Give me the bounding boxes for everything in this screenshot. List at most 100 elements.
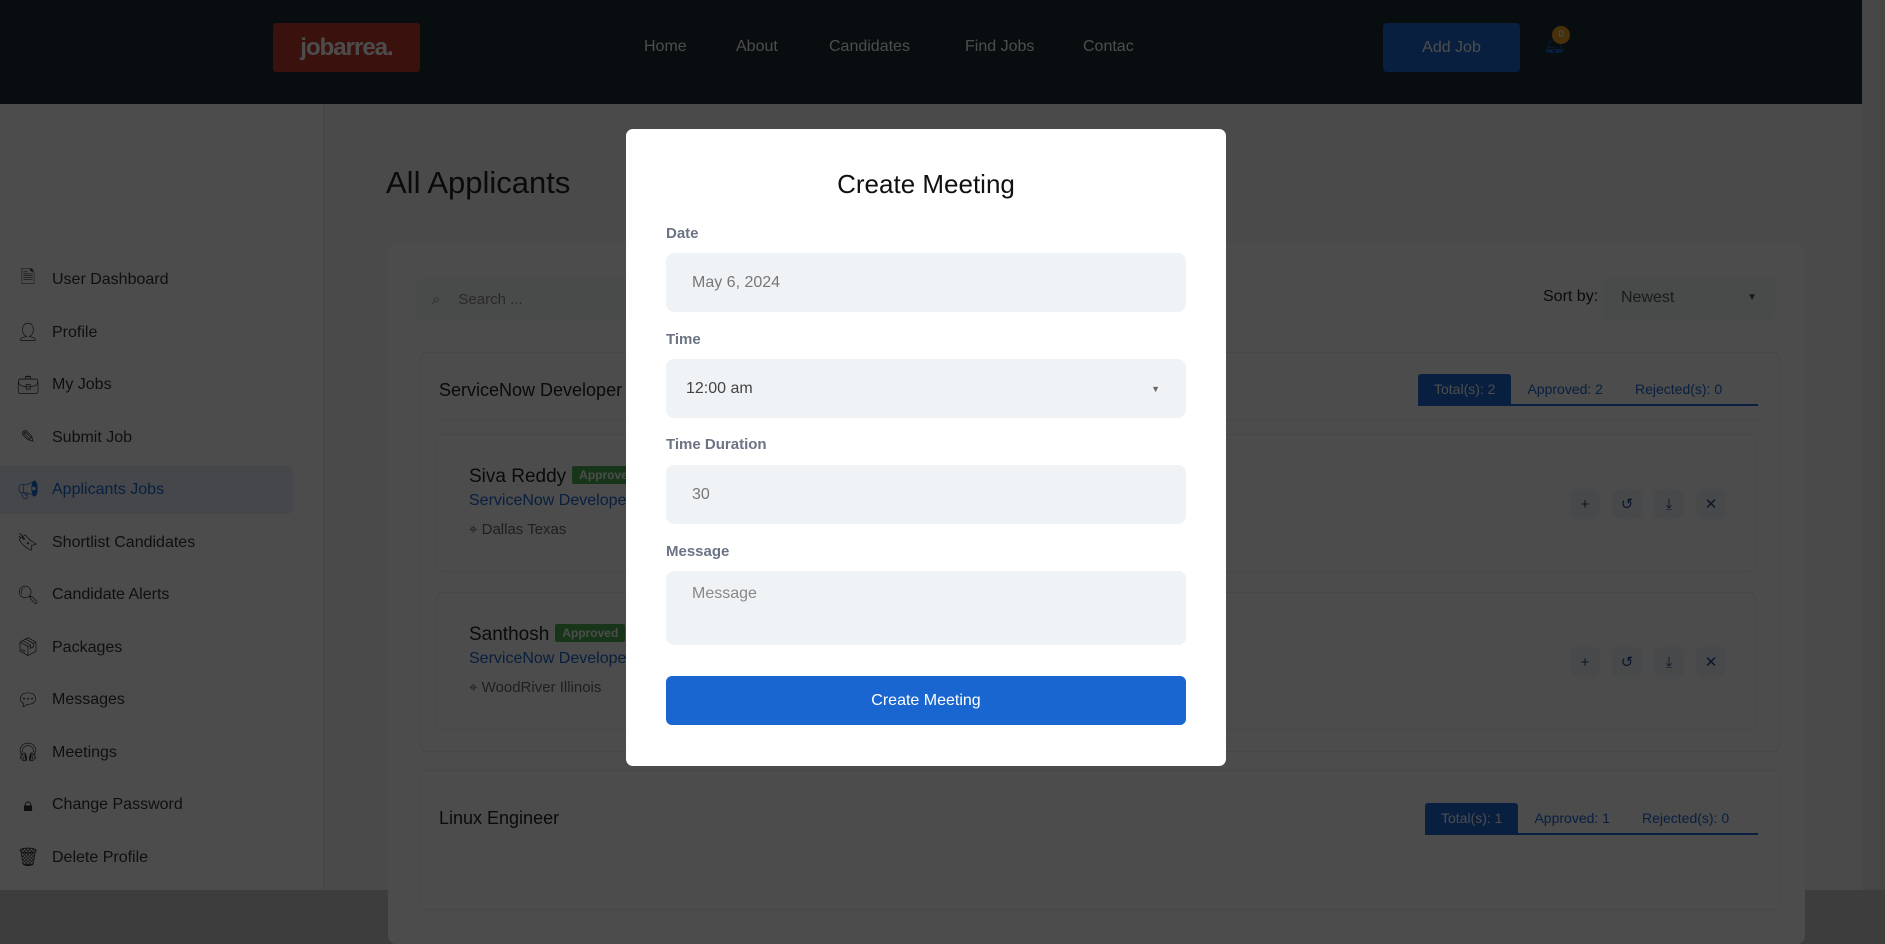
plus-button[interactable]: + — [1570, 489, 1600, 519]
plus-icon: + — [1580, 653, 1590, 671]
scrollbar[interactable] — [1862, 0, 1885, 890]
undo-icon: ↺ — [1620, 496, 1634, 513]
applicant-role[interactable]: ServiceNow Developer — [469, 650, 632, 668]
tab-total[interactable]: Total(s): 2 — [1418, 374, 1512, 404]
download-icon: ⤓ — [1665, 653, 1673, 671]
plus-button[interactable]: + — [1570, 647, 1600, 677]
notification-badge: 0 — [1552, 26, 1570, 44]
close-icon: ✕ — [1704, 496, 1718, 513]
undo-button[interactable]: ↺ — [1612, 647, 1642, 677]
download-icon: ⤓ — [1665, 495, 1673, 513]
sidebar-item[interactable]: 💬︎ Messages — [0, 676, 293, 724]
search-user-icon: 🔍︎ — [16, 584, 40, 605]
create-meeting-button[interactable]: Create Meeting — [666, 676, 1186, 725]
search-placeholder: Search ... — [458, 290, 523, 308]
tab-rejected[interactable]: Rejected(s): 0 — [1626, 803, 1745, 833]
trash-icon: 🗑︎ — [16, 847, 40, 867]
nav-contact[interactable]: Contac — [1083, 38, 1134, 56]
applicant-name[interactable]: Siva Reddy — [469, 466, 566, 487]
add-job-button[interactable]: Add Job — [1383, 23, 1520, 72]
sidebar-item[interactable]: 👤︎ Profile — [0, 309, 293, 357]
location-icon: ⌖ — [469, 521, 482, 538]
chat-icon: 💬︎ — [16, 689, 40, 710]
chevron-down-icon: ▼ — [1747, 292, 1757, 303]
sidebar-item-label: Change Password — [52, 796, 183, 813]
chevron-down-icon: ▼ — [1151, 383, 1160, 394]
nav-about[interactable]: About — [736, 38, 778, 56]
time-select[interactable]: 12:00 am ▼ — [666, 359, 1186, 418]
megaphone-icon: 📢︎ — [16, 479, 40, 500]
job-card: Linux Engineer Total(s): 1 Approved: 1 R… — [420, 770, 1780, 910]
nav-home[interactable]: Home — [644, 38, 687, 56]
applicant-role[interactable]: ServiceNow Developer — [469, 492, 632, 510]
briefcase-icon: 💼︎ — [16, 374, 40, 395]
applicant-name[interactable]: Santhosh — [469, 624, 549, 645]
tab-approved[interactable]: Approved: 1 — [1518, 803, 1626, 833]
dashboard-icon: 🗎︎ — [20, 267, 36, 287]
download-button[interactable]: ⤓ — [1654, 489, 1684, 519]
duration-label: Time Duration — [666, 436, 767, 453]
sidebar-item[interactable]: 🗎︎ User Dashboard — [0, 256, 293, 304]
date-input[interactable]: May 6, 2024 — [666, 253, 1186, 312]
tab-approved[interactable]: Approved: 2 — [1511, 374, 1619, 404]
sidebar-item-label: My Jobs — [52, 376, 112, 393]
top-navbar: jobarrea. Home About Candidates Find Job… — [0, 0, 1885, 104]
sidebar-item-label: Candidate Alerts — [52, 586, 170, 603]
nav-find-jobs[interactable]: Find Jobs — [965, 38, 1034, 56]
job-title: ServiceNow Developer — [439, 380, 623, 400]
time-value: 12:00 am — [686, 379, 753, 397]
box-icon: 📦︎ — [16, 637, 40, 657]
close-icon: ✕ — [1704, 654, 1718, 671]
sidebar-item[interactable]: 🔖︎ Shortlist Candidates — [0, 519, 293, 567]
sidebar-item-label: Messages — [52, 691, 125, 708]
sort-select[interactable]: Newest ▼ — [1603, 277, 1775, 321]
nav-candidates[interactable]: Candidates — [829, 38, 910, 56]
job-tabs: Total(s): 2 Approved: 2 Rejected(s): 0 — [1418, 374, 1758, 406]
sidebar-item[interactable]: ✎︎ Submit Job — [0, 414, 293, 462]
location-icon: ⌖ — [469, 679, 482, 696]
modal-title: Create Meeting — [837, 169, 1015, 199]
close-button[interactable]: ✕ — [1696, 489, 1726, 519]
download-button[interactable]: ⤓ — [1654, 647, 1684, 677]
user-icon: 👤︎ — [16, 322, 40, 342]
sidebar-item[interactable]: 🗑︎ Delete Profile — [0, 834, 293, 882]
sidebar-item[interactable]: 🔍︎ Candidate Alerts — [0, 571, 293, 619]
applicant-location: WoodRiver Illinois — [481, 679, 602, 696]
sidebar-item-label: Delete Profile — [52, 848, 149, 866]
lock-icon: 🔒︎ — [23, 794, 33, 815]
sidebar-item-label: Shortlist Candidates — [52, 533, 196, 551]
close-button[interactable]: ✕ — [1696, 647, 1726, 677]
date-label: Date — [666, 225, 699, 242]
duration-input[interactable]: 30 — [666, 465, 1186, 524]
message-textarea[interactable]: Message — [666, 571, 1186, 645]
bookmark-icon: 🔖︎ — [16, 532, 40, 552]
undo-icon: ↺ — [1620, 654, 1634, 671]
sidebar-item-label: Meetings — [52, 743, 117, 761]
tab-rejected[interactable]: Rejected(s): 0 — [1619, 374, 1738, 404]
headset-icon: 🎧︎ — [16, 742, 40, 762]
sidebar-item[interactable]: 📢︎ Applicants Jobs — [0, 466, 293, 514]
tab-total[interactable]: Total(s): 1 — [1425, 803, 1519, 833]
search-icon: ⌕ — [432, 290, 441, 308]
sidebar-item-label: User Dashboard — [52, 271, 169, 288]
sidebar-item[interactable]: 🔒︎ Change Password — [0, 781, 293, 829]
sidebar-item[interactable]: 📦︎ Packages — [0, 624, 293, 672]
plus-icon: + — [1580, 495, 1590, 513]
job-title: Linux Engineer — [439, 808, 560, 828]
sort-label: Sort by: — [1543, 288, 1599, 305]
message-label: Message — [666, 543, 730, 560]
sidebar-item[interactable]: 🎧︎ Meetings — [0, 729, 293, 777]
sidebar-item-label: Profile — [52, 323, 98, 341]
time-label: Time — [666, 331, 701, 348]
job-tabs: Total(s): 1 Approved: 1 Rejected(s): 0 — [1425, 803, 1758, 835]
create-meeting-modal: Create Meeting Date May 6, 2024 Time 12:… — [626, 129, 1226, 766]
sidebar-item-label: Submit Job — [52, 428, 133, 446]
undo-button[interactable]: ↺ — [1612, 489, 1642, 519]
sidebar-item-label: Applicants Jobs — [52, 481, 165, 498]
pencil-icon: ✎︎ — [20, 427, 36, 447]
sidebar-item[interactable]: 💼︎ My Jobs — [0, 361, 293, 409]
applicant-location: Dallas Texas — [481, 521, 567, 538]
status-badge: Approved — [555, 624, 626, 642]
logo[interactable]: jobarrea. — [273, 23, 420, 72]
page-title: All Applicants — [386, 165, 571, 200]
